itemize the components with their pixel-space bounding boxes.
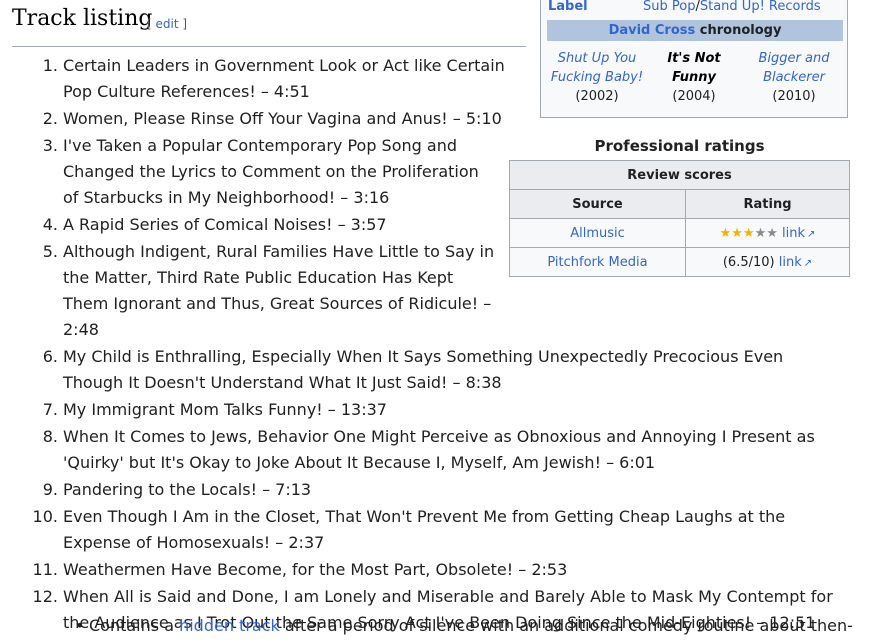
track-note-list: Contains a hidden track after a period o… [75, 613, 853, 639]
label-link-subpop[interactable]: Sub Pop [643, 0, 695, 14]
label-row: Label Sub Pop/Stand Up! Records [548, 0, 844, 19]
edit-open-bracket: [ [147, 17, 156, 31]
track-text: My Child is Enthralling, Especially When… [63, 347, 784, 392]
track-text: Pandering to the Locals! – 7:13 [63, 480, 312, 499]
label-link-standup[interactable]: Stand Up! Records [700, 0, 821, 14]
track-number: 6. [42, 347, 58, 366]
note-suffix: after a period of silence with an additi… [279, 616, 853, 635]
track-number: 3. [42, 136, 58, 155]
hidden-track-link[interactable]: hidden track [179, 616, 280, 635]
track-text: Certain Leaders in Government Look or Ac… [63, 56, 505, 101]
label-key-link[interactable]: Label [548, 0, 588, 14]
track-item: 3. I've Taken a Popular Contemporary Pop … [43, 133, 483, 211]
track-item: 4. A Rapid Series of Comical Noises! – 3:… [43, 212, 503, 238]
track-number: 8. [42, 427, 58, 446]
track-item: 10. Even Though I Am in the Closet, That … [33, 504, 833, 556]
track-text: I've Taken a Popular Contemporary Pop So… [63, 136, 479, 207]
track-item: 9. Pandering to the Locals! – 7:13 [43, 477, 833, 503]
track-item: 8. When It Comes to Jews, Behavior One Mi… [43, 424, 833, 476]
note-prefix: Contains a [89, 616, 180, 635]
chronology-artist-link[interactable]: David Cross [609, 23, 696, 38]
edit-section: [ edit ] [147, 17, 187, 31]
section-heading-bar: Track listing [ edit ] [12, 0, 526, 47]
edit-link[interactable]: edit [156, 17, 179, 31]
edit-close-bracket: ] [178, 17, 188, 31]
track-note: Contains a hidden track after a period o… [75, 613, 853, 639]
section-title: Track listing [12, 6, 153, 31]
track-number: 5. [42, 242, 58, 261]
track-text: When It Comes to Jews, Behavior One Migh… [63, 427, 815, 472]
label-value: Sub Pop/Stand Up! Records [643, 0, 821, 14]
track-item: 2. Women, Please Rinse Off Your Vagina an… [43, 106, 523, 132]
track-list: 1. Certain Leaders in Government Look or … [20, 53, 833, 637]
track-number: 2. [42, 109, 58, 128]
track-item: 6. My Child is Enthralling, Especially Wh… [43, 344, 833, 396]
track-text: My Immigrant Mom Talks Funny! – 13:37 [63, 400, 387, 419]
track-item: 7. My Immigrant Mom Talks Funny! – 13:37 [43, 397, 833, 423]
track-number: 7. [42, 400, 58, 419]
track-number: 4. [42, 215, 58, 234]
track-number: 10. [32, 507, 58, 526]
track-text: Weathermen Have Become, for the Most Par… [63, 560, 568, 579]
track-text: Even Though I Am in the Closet, That Won… [63, 507, 786, 552]
track-text: Although Indigent, Rural Families Have L… [63, 242, 495, 339]
track-text: A Rapid Series of Comical Noises! – 3:57 [63, 215, 387, 234]
track-number: 11. [32, 560, 58, 579]
track-number: 9. [42, 480, 58, 499]
chronology-label: chronology [699, 23, 782, 38]
track-text: Women, Please Rinse Off Your Vagina and … [63, 109, 502, 128]
chronology-header: David Cross chronology [547, 20, 843, 41]
track-item: 5. Although Indigent, Rural Families Have… [43, 239, 503, 343]
track-number: 1. [42, 56, 58, 75]
track-item: 1. Certain Leaders in Government Look or … [43, 53, 523, 105]
track-item: 11. Weathermen Have Become, for the Most … [33, 557, 833, 583]
track-number: 12. [32, 587, 58, 606]
